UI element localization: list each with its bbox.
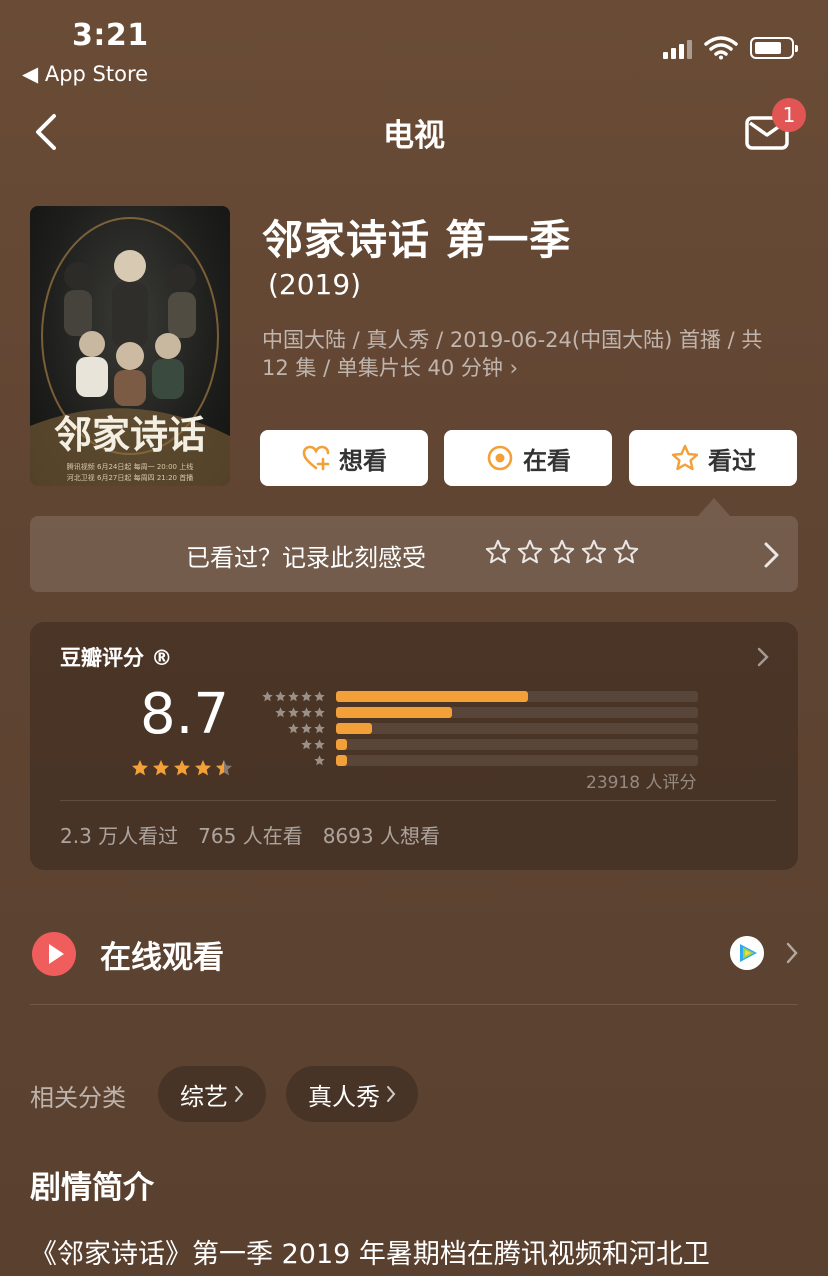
want-to-watch-button[interactable]: 想看 <box>260 430 428 486</box>
category-chip-reality[interactable]: 真人秀 <box>286 1066 418 1122</box>
rating-distribution-row <box>252 753 698 768</box>
synopsis-title: 剧情简介 <box>30 1170 154 1206</box>
divider <box>30 1004 798 1005</box>
chevron-right-icon[interactable] <box>756 646 770 668</box>
play-icon[interactable] <box>32 932 76 976</box>
star-outline-icon <box>671 444 699 471</box>
cellular-signal-icon <box>663 37 692 59</box>
star-icon <box>288 691 299 702</box>
poster-title: 邻家诗话 <box>53 412 206 457</box>
rating-bar <box>336 739 347 750</box>
show-meta[interactable]: 中国大陆 / 真人秀 / 2019-06-24(中国大陆) 首播 / 共 12 … <box>262 326 792 382</box>
rating-bar <box>336 723 373 734</box>
target-icon <box>487 445 513 471</box>
rating-distribution-row <box>252 705 698 720</box>
show-year: (2019) <box>268 268 362 301</box>
star-icon <box>301 723 312 734</box>
rating-distribution-row <box>252 689 698 704</box>
rating-track <box>336 707 698 718</box>
watched-count: 2.3 万人看过 <box>60 824 179 848</box>
star-icon <box>288 723 299 734</box>
star-outline-icon[interactable] <box>516 538 544 566</box>
heart-plus-icon <box>302 445 330 471</box>
rating-track <box>336 723 698 734</box>
audience-stats: 2.3 万人看过 765 人在看 8693 人想看 <box>60 820 440 849</box>
star-icon <box>314 691 325 702</box>
star-icon <box>195 760 211 776</box>
row-stars <box>252 754 326 767</box>
chevron-right-icon <box>387 1086 396 1102</box>
star-icon <box>314 707 325 718</box>
star-icon <box>262 691 273 702</box>
watching-label: 在看 <box>523 446 571 475</box>
star-outline-icon[interactable] <box>484 538 512 566</box>
show-poster[interactable]: 邻家诗话 腾讯视频 6月24日起 每周一 20:00 上线 河北卫视 6月27日… <box>30 206 230 486</box>
want-count: 8693 人想看 <box>322 824 440 848</box>
page-title: 电视 <box>383 118 445 154</box>
rating-bar <box>336 691 528 702</box>
row-stars <box>252 706 326 719</box>
chevron-right-icon[interactable] <box>760 540 782 570</box>
status-icons <box>663 36 798 60</box>
rate-stars[interactable] <box>484 538 640 566</box>
star-icon <box>216 760 232 776</box>
rate-prompt-text: 已看过？记录此刻感受 <box>186 544 426 572</box>
synopsis-text: 《邻家诗话》第一季 2019 年暑期档在腾讯视频和河北卫 <box>30 1239 710 1270</box>
star-icon <box>132 760 148 776</box>
douban-score-label: 豆瓣评分 ® <box>60 646 173 670</box>
star-icon <box>314 755 325 766</box>
score-stars <box>130 758 234 778</box>
row-stars <box>252 690 326 703</box>
tencent-video-icon[interactable] <box>730 936 764 970</box>
star-icon <box>174 760 190 776</box>
rating-bar <box>336 707 452 718</box>
star-icon <box>314 723 325 734</box>
star-icon <box>275 707 286 718</box>
star-icon <box>288 707 299 718</box>
rating-track <box>336 691 698 702</box>
popover-caret <box>698 498 730 516</box>
rating-bar <box>336 755 347 766</box>
star-outline-icon[interactable] <box>580 538 608 566</box>
poster-caption-2: 河北卫视 6月27日起 每周四 21:20 首播 <box>66 474 194 482</box>
rating-distribution-row <box>252 721 698 736</box>
rating-track <box>336 755 698 766</box>
battery-icon <box>750 37 798 59</box>
rating-distribution-row <box>252 737 698 752</box>
star-icon <box>275 691 286 702</box>
star-icon <box>314 739 325 750</box>
chip-label: 真人秀 <box>308 1082 380 1111</box>
chip-label: 综艺 <box>180 1082 228 1111</box>
row-stars <box>252 738 326 751</box>
watching-count: 765 人在看 <box>198 824 303 848</box>
back-to-app-store-link[interactable]: ◀ App Store <box>22 62 148 86</box>
poster-caption-1: 腾讯视频 6月24日起 每周一 20:00 上线 <box>66 463 194 471</box>
rating-track <box>336 739 698 750</box>
star-icon <box>301 691 312 702</box>
battery-level <box>755 42 781 54</box>
star-icon <box>301 739 312 750</box>
row-stars <box>252 722 326 735</box>
watching-button[interactable]: 在看 <box>444 430 612 486</box>
status-time: 3:21 <box>72 18 149 53</box>
watch-online-label[interactable]: 在线观看 <box>100 932 224 977</box>
divider <box>60 800 776 801</box>
watched-button[interactable]: 看过 <box>629 430 797 486</box>
chevron-right-icon <box>235 1086 244 1102</box>
want-to-watch-label: 想看 <box>339 446 387 475</box>
douban-score: 8.7 <box>140 682 230 747</box>
star-icon <box>301 707 312 718</box>
chevron-right-icon[interactable] <box>786 942 798 964</box>
vote-count: 23918 人评分 <box>586 773 697 793</box>
star-outline-icon[interactable] <box>548 538 576 566</box>
star-outline-icon[interactable] <box>612 538 640 566</box>
watched-label: 看过 <box>708 446 756 475</box>
wifi-icon <box>704 36 738 60</box>
star-icon <box>153 760 169 776</box>
related-categories-label: 相关分类 <box>30 1084 126 1112</box>
category-chip-variety[interactable]: 综艺 <box>158 1066 266 1122</box>
notification-badge: 1 <box>772 98 806 132</box>
show-title: 邻家诗话 第一季 <box>262 216 572 264</box>
